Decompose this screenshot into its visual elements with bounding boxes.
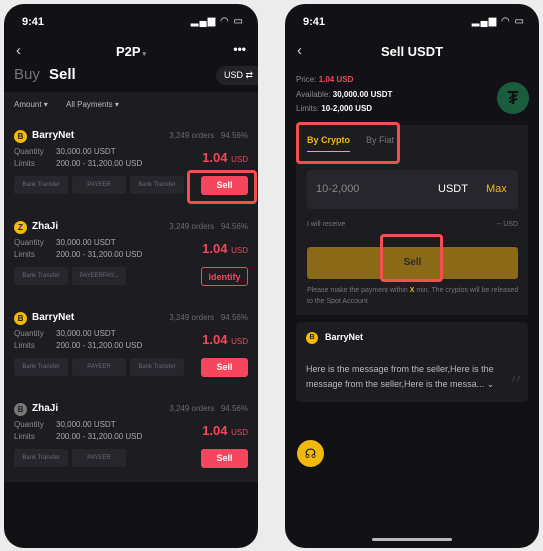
listing-card: Z ZhaJi 3,249 orders 94.56% Quantity 30,…	[4, 221, 258, 312]
payment-method-chip: Bank Transfer	[130, 176, 184, 194]
status-time: 9:41	[22, 16, 45, 28]
available-row: Available: 30,000.00 USDT	[296, 90, 393, 99]
payment-method-chip: Bank Transfer	[14, 267, 68, 285]
limits-value: 200.00 - 31,200.00 USD	[56, 432, 143, 441]
merchant-name[interactable]: BarryNet	[32, 130, 74, 141]
payment-method-chip: PAYEERPAY...	[72, 267, 126, 285]
payment-method-chip: Bank Transfer	[14, 176, 68, 194]
status-time: 9:41	[303, 16, 326, 28]
quantity-value: 30,000.00 USDT	[56, 420, 116, 429]
seller-avatar: B	[306, 332, 318, 344]
merchant-name[interactable]: BarryNet	[32, 312, 74, 323]
price: 1.04 USD	[202, 423, 248, 438]
merchant-stats: 3,249 orders 94.56%	[169, 313, 248, 322]
quantity-label: Quantity	[14, 420, 44, 429]
limits-label: Limits	[14, 159, 35, 168]
amount-input[interactable]: 10-2,000 USDT Max	[307, 170, 518, 209]
max-button[interactable]: Max	[486, 183, 507, 195]
merchant-stats: 3,249 orders 94.56%	[169, 131, 248, 140]
limits-label: Limits	[14, 341, 35, 350]
tab-buy[interactable]: Buy	[14, 66, 40, 83]
merchant-avatar: B	[14, 312, 27, 325]
quantity-value: 30,000.00 USDT	[56, 147, 116, 156]
limits-value: 200.00 - 31,200.00 USD	[56, 341, 143, 350]
price: 1.04 USD	[202, 150, 248, 165]
quantity-label: Quantity	[14, 329, 44, 338]
limits-label: Limits	[14, 432, 35, 441]
merchant-stats: 3,249 orders 94.56%	[169, 222, 248, 231]
payment-method-chip: PAYEER	[72, 449, 126, 467]
seller-message[interactable]: Here is the message from the seller,Here…	[306, 362, 512, 392]
page-title: Sell USDT	[380, 44, 444, 59]
limits-value: 200.00 - 31,200.00 USD	[56, 250, 143, 259]
highlight-box	[187, 170, 257, 204]
limits-label: Limits	[14, 250, 35, 259]
merchant-name[interactable]: ZhaJi	[32, 403, 58, 414]
status-icons: ▂▄▆ ◠ ▭	[190, 16, 244, 27]
quantity-value: 30,000.00 USDT	[56, 238, 116, 247]
seller-message-card: B BarryNet Here is the message from the …	[296, 322, 528, 402]
receive-value: -- USD	[496, 221, 518, 228]
limits-row: Limits: 10-2,000 USD	[296, 104, 373, 113]
headset-support-icon[interactable]: ☊	[297, 440, 324, 467]
currency-selector[interactable]: USD ⇄	[216, 66, 258, 85]
status-icons: ▂▄▆ ◠ ▭	[471, 16, 525, 27]
highlight-box	[380, 234, 443, 282]
page-title[interactable]: P2P ▾	[4, 44, 258, 59]
merchant-avatar: Z	[14, 221, 27, 234]
sell-button[interactable]: Sell	[201, 358, 248, 377]
payment-method-chip: PAYEER	[72, 176, 126, 194]
highlight-box	[296, 122, 400, 164]
amount-filter[interactable]: Amount ▾	[14, 100, 48, 109]
payment-method-chip: Bank Transfer	[14, 449, 68, 467]
sell-usdt-screen: 9:41 ▂▄▆ ◠ ▭ ‹ Sell USDT Price: 1.04 USD…	[285, 4, 539, 548]
payment-method-chip: PAYEER	[72, 358, 126, 376]
chevron-down-icon[interactable]: ⌄	[487, 379, 495, 389]
more-icon[interactable]: •••	[233, 42, 246, 56]
merchant-avatar: B	[14, 130, 27, 143]
payment-note: Please make the payment within X min. Th…	[307, 287, 519, 305]
sell-button[interactable]: Sell	[201, 449, 248, 468]
price: 1.04 USD	[202, 332, 248, 347]
p2p-list-screen: 9:41 ▂▄▆ ◠ ▭ ‹ P2P ▾ ••• Buy Sell USD ⇄ …	[4, 4, 258, 548]
quantity-value: 30,000.00 USDT	[56, 329, 116, 338]
limits-value: 200.00 - 31,200.00 USD	[56, 159, 143, 168]
merchant-avatar: B	[14, 403, 27, 416]
quantity-label: Quantity	[14, 238, 44, 247]
price-row: Price: 1.04 USD	[296, 75, 354, 84]
seller-name: BarryNet	[325, 332, 364, 342]
tether-icon: ₮	[497, 82, 529, 114]
merchant-name[interactable]: ZhaJi	[32, 221, 58, 232]
payments-filter[interactable]: All Payments ▾	[66, 100, 119, 109]
quantity-label: Quantity	[14, 147, 44, 156]
price: 1.04 USD	[202, 241, 248, 256]
listing-card: B ZhaJi 3,249 orders 94.56% Quantity 30,…	[4, 403, 258, 494]
payment-method-chip: Bank Transfer	[14, 358, 68, 376]
tab-sell[interactable]: Sell	[49, 66, 76, 83]
home-indicator	[372, 538, 452, 541]
quote-icon: ”	[509, 372, 522, 400]
listing-card: B BarryNet 3,249 orders 94.56% Quantity …	[4, 312, 258, 403]
payment-method-chip: Bank Transfer	[130, 358, 184, 376]
receive-label: I will receive	[307, 221, 346, 228]
merchant-stats: 3,249 orders 94.56%	[169, 404, 248, 413]
identify-button[interactable]: Identify	[201, 267, 248, 286]
listing-panel: Amount ▾ All Payments ▾ B BarryNet 3,249…	[4, 92, 258, 482]
